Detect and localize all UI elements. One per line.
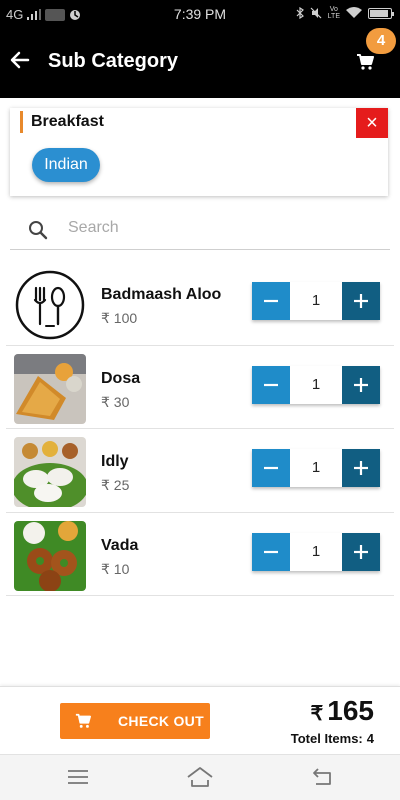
plus-icon (354, 461, 368, 475)
back-icon[interactable] (310, 767, 334, 787)
close-button[interactable]: × (356, 108, 388, 138)
quantity-value: 1 (311, 459, 321, 476)
total-items-label: Totel Items: (290, 731, 363, 746)
product-row[interactable]: Dosa ₹ 30 1 (6, 346, 394, 429)
product-price: ₹ 10 (101, 560, 130, 577)
quantity-value: 1 (311, 542, 321, 560)
app-bar: Sub Category 4 (0, 28, 400, 98)
total-value: 165 (327, 695, 374, 726)
cart-count-badge[interactable]: 4 (366, 28, 396, 54)
subcategory-chip[interactable]: Indian (32, 148, 100, 182)
decrease-quantity-button[interactable] (252, 282, 290, 320)
plus-icon (354, 294, 368, 308)
bluetooth-icon (296, 7, 304, 19)
product-image-cutlery-logo (14, 270, 86, 340)
product-image-vada-photo (14, 520, 86, 591)
search-icon (29, 221, 48, 240)
product-row[interactable]: Vada ₹ 10 1 (6, 513, 394, 596)
product-price: ₹ 25 (101, 477, 130, 493)
quantity-stepper: 1 (252, 532, 380, 571)
wifi-icon (346, 7, 362, 18)
increase-quantity-button[interactable] (342, 282, 380, 320)
decrease-quantity-button[interactable] (252, 532, 290, 571)
increase-quantity-button[interactable] (342, 532, 380, 571)
product-row[interactable]: Badmaash Aloo ₹ 100 1 (6, 262, 394, 346)
battery-icon (368, 7, 394, 19)
status-bar: 4G 7:39 PM Vo LTE (0, 0, 400, 28)
minus-icon (264, 299, 278, 303)
quantity-value: 1 (311, 375, 321, 393)
quantity-value: 1 (311, 292, 321, 309)
increase-quantity-button[interactable] (342, 365, 380, 404)
quantity-stepper: 1 (252, 365, 380, 404)
search-bar (10, 208, 390, 250)
decrease-quantity-button[interactable] (252, 365, 290, 404)
product-name: Badmaash Aloo (101, 286, 222, 303)
product-list: Badmaash Aloo ₹ 100 1 Dosa ₹ 30 1 Idly ₹… (6, 262, 394, 596)
plus-icon (354, 544, 368, 559)
product-name: Idly (101, 453, 129, 470)
minus-icon (264, 466, 278, 470)
home-icon[interactable] (186, 766, 214, 788)
mute-icon (310, 7, 322, 19)
page-title: Sub Category (48, 50, 179, 72)
currency-symbol: ₹ (310, 703, 324, 725)
product-name: Vada (101, 536, 139, 554)
increase-quantity-button[interactable] (342, 449, 380, 487)
cart-icon (75, 713, 91, 728)
checkout-button[interactable]: CHECK OUT (60, 703, 210, 739)
system-nav-bar (0, 754, 400, 800)
product-name: Dosa (101, 369, 141, 387)
total-amount: ₹165 (311, 695, 374, 727)
total-items: Totel Items: 4 (291, 731, 374, 746)
plus-icon (354, 377, 368, 392)
product-image-dosa-photo (14, 353, 86, 424)
search-input[interactable] (68, 216, 368, 240)
back-arrow-icon[interactable] (10, 50, 30, 70)
product-price: ₹ 100 (101, 310, 138, 326)
product-price: ₹ 30 (101, 393, 130, 410)
minus-icon (264, 383, 278, 386)
total-items-count: 4 (366, 731, 374, 746)
quantity-stepper: 1 (252, 282, 380, 320)
quantity-stepper: 1 (252, 449, 380, 487)
decrease-quantity-button[interactable] (252, 449, 290, 487)
category-accent-bar (20, 111, 23, 133)
category-title: Breakfast (31, 113, 104, 130)
checkout-bar: CHECK OUT ₹165 Totel Items: 4 (0, 686, 400, 754)
checkout-label: CHECK OUT (118, 713, 204, 729)
product-row[interactable]: Idly ₹ 25 1 (6, 429, 394, 513)
product-image-idly-photo (14, 437, 86, 507)
cart-icon[interactable] (356, 53, 374, 71)
category-card: Breakfast × Indian (10, 108, 388, 196)
volte-icon: Vo LTE (327, 6, 340, 20)
minus-icon (264, 550, 278, 553)
recent-apps-icon[interactable] (67, 769, 89, 785)
